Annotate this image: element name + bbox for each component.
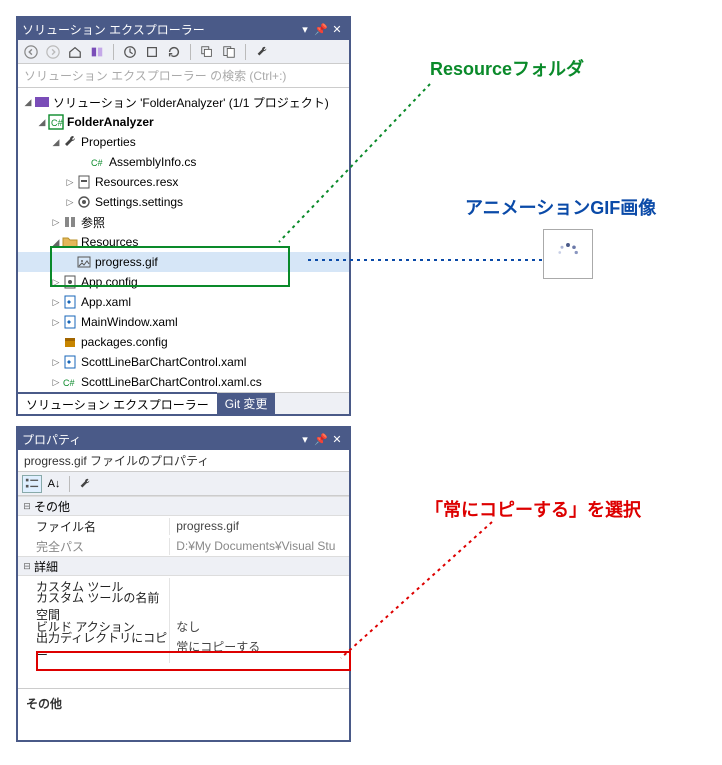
properties-title: プロパティ — [22, 431, 297, 448]
expand-icon[interactable]: ▷ — [50, 357, 62, 368]
expand-icon[interactable]: ◢ — [22, 97, 34, 108]
properties-group-other[interactable]: ⊟ その他 — [18, 496, 349, 516]
categorized-icon[interactable] — [22, 475, 42, 493]
resourcesresx-node[interactable]: ▷ Resources.resx — [18, 172, 349, 192]
back-icon[interactable] — [22, 43, 40, 61]
annotation-anim-gif: アニメーションGIF画像 — [465, 194, 656, 220]
references-icon — [62, 214, 78, 230]
csharp-file-icon: C# — [62, 374, 78, 390]
expand-icon[interactable]: ▷ — [50, 297, 62, 308]
appxaml-node[interactable]: ▷ App.xaml — [18, 292, 349, 312]
xaml-file-icon — [62, 314, 78, 330]
expand-icon[interactable]: ◢ — [36, 117, 48, 128]
references-node[interactable]: ▷ 参照 — [18, 212, 349, 232]
properties-selected-object: progress.gif ファイルのプロパティ — [18, 450, 349, 472]
solution-search-row — [18, 64, 349, 88]
solution-tree: ◢ ソリューション 'FolderAnalyzer' (1/1 プロジェクト) … — [18, 88, 349, 396]
properties-description: その他 — [18, 688, 349, 740]
pin-icon[interactable]: 📌 — [313, 23, 329, 36]
refresh-icon[interactable] — [165, 43, 183, 61]
xaml-file-icon — [62, 354, 78, 370]
scottxaml-node[interactable]: ▷ ScottLineBarChartControl.xaml — [18, 352, 349, 372]
project-node[interactable]: ◢ C# FolderAnalyzer — [18, 112, 349, 132]
wrench-icon — [62, 134, 78, 150]
xaml-file-icon — [62, 294, 78, 310]
packages-node[interactable]: packages.config — [18, 332, 349, 352]
expand-icon[interactable]: ▷ — [64, 197, 76, 208]
properties-grid: ⊟ その他 ファイル名 progress.gif 完全パス D:¥My Docu… — [18, 496, 349, 656]
collapse-icon[interactable]: ⊟ — [20, 561, 34, 572]
expand-icon[interactable]: ▷ — [64, 177, 76, 188]
prop-fullpath[interactable]: 完全パス D:¥My Documents¥Visual Stu — [18, 536, 349, 556]
csharp-project-icon: C# — [48, 114, 64, 130]
alphabetical-icon[interactable]: A↓ — [44, 475, 64, 493]
close-icon[interactable]: ✕ — [329, 23, 345, 36]
solution-explorer-toolbar — [18, 40, 349, 64]
expand-icon[interactable]: ▷ — [50, 377, 62, 388]
assemblyinfo-node[interactable]: C# AssemblyInfo.cs — [18, 152, 349, 172]
dropdown-icon[interactable]: ▾ — [297, 23, 313, 36]
solution-icon — [34, 94, 50, 110]
resources-folder-node[interactable]: ◢ Resources — [18, 232, 349, 252]
progressgif-node[interactable]: progress.gif — [18, 252, 349, 272]
mainwindow-node[interactable]: ▷ MainWindow.xaml — [18, 312, 349, 332]
expand-icon[interactable]: ◢ — [50, 137, 62, 148]
spinner-icon — [553, 239, 583, 269]
resx-file-icon — [76, 174, 92, 190]
collapse-all-icon[interactable] — [198, 43, 216, 61]
settings-node[interactable]: ▷ Settings.settings — [18, 192, 349, 212]
settings-file-icon — [76, 194, 92, 210]
property-pages-icon[interactable] — [75, 475, 95, 493]
annotation-resource-folder: Resourceフォルダ — [430, 55, 584, 81]
solution-node[interactable]: ◢ ソリューション 'FolderAnalyzer' (1/1 プロジェクト) — [18, 92, 349, 112]
scottcs-node[interactable]: ▷ C# ScottLineBarChartControl.xaml.cs — [18, 372, 349, 392]
folder-icon — [62, 234, 78, 250]
collapse-icon[interactable]: ⊟ — [20, 501, 34, 512]
switch-views-icon[interactable] — [88, 43, 106, 61]
expand-icon[interactable]: ▷ — [50, 277, 62, 288]
sync-icon[interactable] — [143, 43, 161, 61]
svg-text:C#: C# — [51, 118, 63, 128]
csharp-file-icon: C# — [90, 154, 106, 170]
pin-icon[interactable]: 📌 — [313, 433, 329, 446]
expand-icon[interactable]: ▷ — [50, 317, 62, 328]
svg-text:C#: C# — [91, 158, 103, 168]
solution-explorer-titlebar: ソリューション エクスプローラー ▾ 📌 ✕ — [18, 18, 349, 40]
image-file-icon — [76, 254, 92, 270]
package-file-icon — [62, 334, 78, 350]
properties-group-detail[interactable]: ⊟ 詳細 — [18, 556, 349, 576]
expand-icon[interactable]: ◢ — [50, 237, 62, 248]
properties-node[interactable]: ◢ Properties — [18, 132, 349, 152]
solution-explorer-panel: ソリューション エクスプローラー ▾ 📌 ✕ — [16, 16, 351, 416]
appconfig-node[interactable]: ▷ App.config — [18, 272, 349, 292]
gif-preview — [543, 229, 593, 279]
prop-copytodir[interactable]: 出力ディレクトリにコピー 常にコピーする — [18, 636, 349, 656]
properties-panel: プロパティ ▾ 📌 ✕ progress.gif ファイルのプロパティ A↓ ⊟… — [16, 426, 351, 742]
forward-icon[interactable] — [44, 43, 62, 61]
home-icon[interactable] — [66, 43, 84, 61]
properties-titlebar: プロパティ ▾ 📌 ✕ — [18, 428, 349, 450]
tab-git-changes[interactable]: Git 変更 — [217, 393, 276, 414]
prop-filename[interactable]: ファイル名 progress.gif — [18, 516, 349, 536]
tab-solution-explorer[interactable]: ソリューション エクスプローラー — [18, 392, 217, 414]
close-icon[interactable]: ✕ — [329, 433, 345, 446]
solution-explorer-tabs: ソリューション エクスプローラー Git 変更 — [18, 392, 349, 414]
svg-text:C#: C# — [63, 378, 75, 388]
config-file-icon — [62, 274, 78, 290]
show-all-files-icon[interactable] — [220, 43, 238, 61]
properties-icon[interactable] — [253, 43, 271, 61]
expand-icon[interactable]: ▷ — [50, 217, 62, 228]
solution-search-input[interactable] — [18, 65, 349, 87]
dropdown-icon[interactable]: ▾ — [297, 433, 313, 446]
annotation-copy-always: 「常にコピーする」を選択 — [425, 496, 641, 522]
prop-customtool-ns[interactable]: カスタム ツールの名前空間 — [18, 596, 349, 616]
solution-explorer-title: ソリューション エクスプローラー — [22, 21, 297, 38]
leader-line-red — [337, 518, 497, 664]
pending-changes-icon[interactable] — [121, 43, 139, 61]
properties-toolbar: A↓ — [18, 472, 349, 496]
